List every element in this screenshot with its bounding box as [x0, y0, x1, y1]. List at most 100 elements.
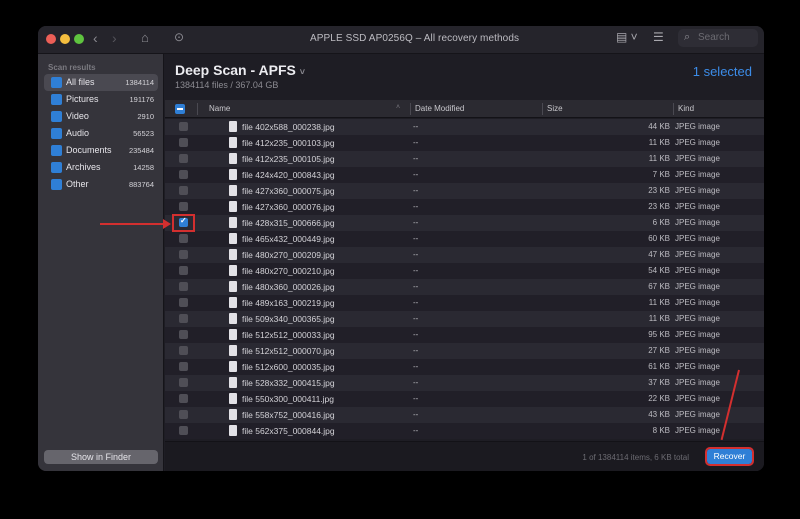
row-checkbox[interactable] [179, 234, 188, 243]
filter-settings-icon[interactable]: ☰ [653, 30, 664, 44]
table-row[interactable]: file 424x420_000843.jpg -- 7 KB JPEG ima… [165, 167, 764, 183]
column-header-name[interactable]: Name [209, 104, 230, 113]
row-checkbox[interactable] [179, 170, 188, 179]
sidebar-item-label: Pictures [66, 94, 99, 104]
table-row[interactable]: file 480x360_000026.jpg -- 67 KB JPEG im… [165, 279, 764, 295]
sort-ascending-icon[interactable]: ˄ [396, 104, 400, 111]
sidebar-item-label: Other [66, 179, 89, 189]
table-row[interactable]: file 480x270_000210.jpg -- 54 KB JPEG im… [165, 263, 764, 279]
file-size: 37 KB [648, 378, 670, 387]
file-size: 95 KB [648, 330, 670, 339]
sidebar-item-documents[interactable]: Documents 235484 [44, 142, 158, 159]
row-checkbox[interactable] [179, 314, 188, 323]
row-checkbox[interactable] [179, 410, 188, 419]
forward-icon[interactable]: › [112, 30, 117, 46]
row-checkbox[interactable] [179, 346, 188, 355]
table-row[interactable]: file 427x360_000076.jpg -- 23 KB JPEG im… [165, 199, 764, 215]
jpeg-file-icon [229, 377, 237, 388]
archives-icon [51, 162, 62, 173]
sidebar-item-audio[interactable]: Audio 56523 [44, 125, 158, 142]
search-input[interactable]: ⌕ Search [678, 29, 758, 47]
file-name: file 509x340_000365.jpg [242, 314, 335, 324]
row-checkbox[interactable] [179, 330, 188, 339]
file-date: -- [413, 186, 419, 195]
column-header-size[interactable]: Size [547, 104, 563, 113]
annotation-highlight-box [172, 214, 195, 232]
file-kind: JPEG image [675, 362, 720, 371]
row-checkbox[interactable] [179, 250, 188, 259]
table-row[interactable]: file 509x340_000365.jpg -- 11 KB JPEG im… [165, 311, 764, 327]
table-row[interactable]: file 402x588_000238.jpg -- 44 KB JPEG im… [165, 119, 764, 135]
table-row[interactable]: file 412x235_000105.jpg -- 11 KB JPEG im… [165, 151, 764, 167]
sidebar-item-pictures[interactable]: Pictures 191176 [44, 91, 158, 108]
file-name: file 528x332_000415.jpg [242, 378, 335, 388]
file-date: -- [413, 138, 419, 147]
row-checkbox[interactable] [179, 426, 188, 435]
sidebar-item-video[interactable]: Video 2910 [44, 108, 158, 125]
audio-icon [51, 128, 62, 139]
table-row[interactable]: file 427x360_000075.jpg -- 23 KB JPEG im… [165, 183, 764, 199]
row-checkbox[interactable] [179, 122, 188, 131]
file-size: 47 KB [648, 250, 670, 259]
file-kind: JPEG image [675, 202, 720, 211]
row-checkbox[interactable] [179, 138, 188, 147]
recovery-history-icon[interactable]: ⊙ [174, 30, 184, 44]
file-kind: JPEG image [675, 298, 720, 307]
file-size: 54 KB [648, 266, 670, 275]
home-icon[interactable]: ⌂ [141, 30, 149, 45]
table-row[interactable]: file 512x600_000035.jpg -- 61 KB JPEG im… [165, 359, 764, 375]
table-row[interactable]: file 562x375_000844.jpg -- 8 KB JPEG ima… [165, 423, 764, 439]
row-checkbox[interactable] [179, 394, 188, 403]
row-checkbox[interactable] [179, 186, 188, 195]
scan-title-dropdown[interactable]: Deep Scan - APFS ˅ [175, 62, 305, 78]
table-row[interactable]: file 528x332_000415.jpg -- 37 KB JPEG im… [165, 375, 764, 391]
main-panel: Deep Scan - APFS ˅ 1384114 files / 367.0… [165, 54, 764, 471]
show-in-finder-button[interactable]: Show in Finder [44, 450, 158, 464]
zoom-window-button[interactable] [74, 34, 84, 44]
file-kind: JPEG image [675, 282, 720, 291]
sidebar-item-count: 235484 [128, 146, 154, 155]
table-row[interactable]: file 558x752_000416.jpg -- 43 KB JPEG im… [165, 407, 764, 423]
file-name: file 480x270_000210.jpg [242, 266, 335, 276]
file-name: file 465x432_000449.jpg [242, 234, 335, 244]
table-row[interactable]: file 489x163_000219.jpg -- 11 KB JPEG im… [165, 295, 764, 311]
table-row[interactable]: file 412x235_000103.jpg -- 11 KB JPEG im… [165, 135, 764, 151]
selection-status: 1 of 1384114 items, 6 KB total [582, 453, 689, 462]
row-checkbox[interactable] [179, 282, 188, 291]
column-header-kind[interactable]: Kind [678, 104, 694, 113]
close-window-button[interactable] [46, 34, 56, 44]
sidebar-item-archives[interactable]: Archives 14258 [44, 159, 158, 176]
table-row[interactable]: file 428x315_000666.jpg -- 6 KB JPEG ima… [165, 215, 764, 231]
file-size: 44 KB [648, 122, 670, 131]
view-mode-icon[interactable]: ▤ ˅ [616, 30, 638, 44]
table-row[interactable]: file 550x300_000411.jpg -- 22 KB JPEG im… [165, 391, 764, 407]
sidebar-item-other[interactable]: Other 883764 [44, 176, 158, 193]
chevron-down-icon: ˅ [299, 67, 306, 77]
sidebar-item-all-files[interactable]: All files 1384114 [44, 74, 158, 91]
column-header-date[interactable]: Date Modified [415, 104, 464, 113]
recover-button[interactable]: Recover [705, 447, 754, 466]
select-all-checkbox[interactable] [175, 104, 185, 114]
table-row[interactable]: file 480x270_000209.jpg -- 47 KB JPEG im… [165, 247, 764, 263]
app-window: ‹ › ⌂ ⊙ APPLE SSD AP0256Q – All recovery… [38, 26, 764, 471]
table-row[interactable]: file 512x512_000033.jpg -- 95 KB JPEG im… [165, 327, 764, 343]
jpeg-file-icon [229, 249, 237, 260]
row-checkbox[interactable] [179, 298, 188, 307]
back-icon[interactable]: ‹ [93, 30, 98, 46]
jpeg-file-icon [229, 169, 237, 180]
minimize-window-button[interactable] [60, 34, 70, 44]
table-header: Name ˄ Date Modified Size Kind [165, 100, 764, 118]
row-checkbox[interactable] [179, 362, 188, 371]
row-checkbox[interactable] [179, 378, 188, 387]
row-checkbox[interactable] [179, 154, 188, 163]
row-checkbox[interactable] [179, 266, 188, 275]
jpeg-file-icon [229, 393, 237, 404]
table-row[interactable]: file 465x432_000449.jpg -- 60 KB JPEG im… [165, 231, 764, 247]
file-kind: JPEG image [675, 250, 720, 259]
file-kind: JPEG image [675, 266, 720, 275]
window-title: APPLE SSD AP0256Q – All recovery methods [310, 33, 520, 44]
table-row[interactable]: file 512x512_000070.jpg -- 27 KB JPEG im… [165, 343, 764, 359]
column-divider [673, 103, 674, 115]
row-checkbox[interactable] [179, 202, 188, 211]
file-size: 7 KB [652, 170, 670, 179]
